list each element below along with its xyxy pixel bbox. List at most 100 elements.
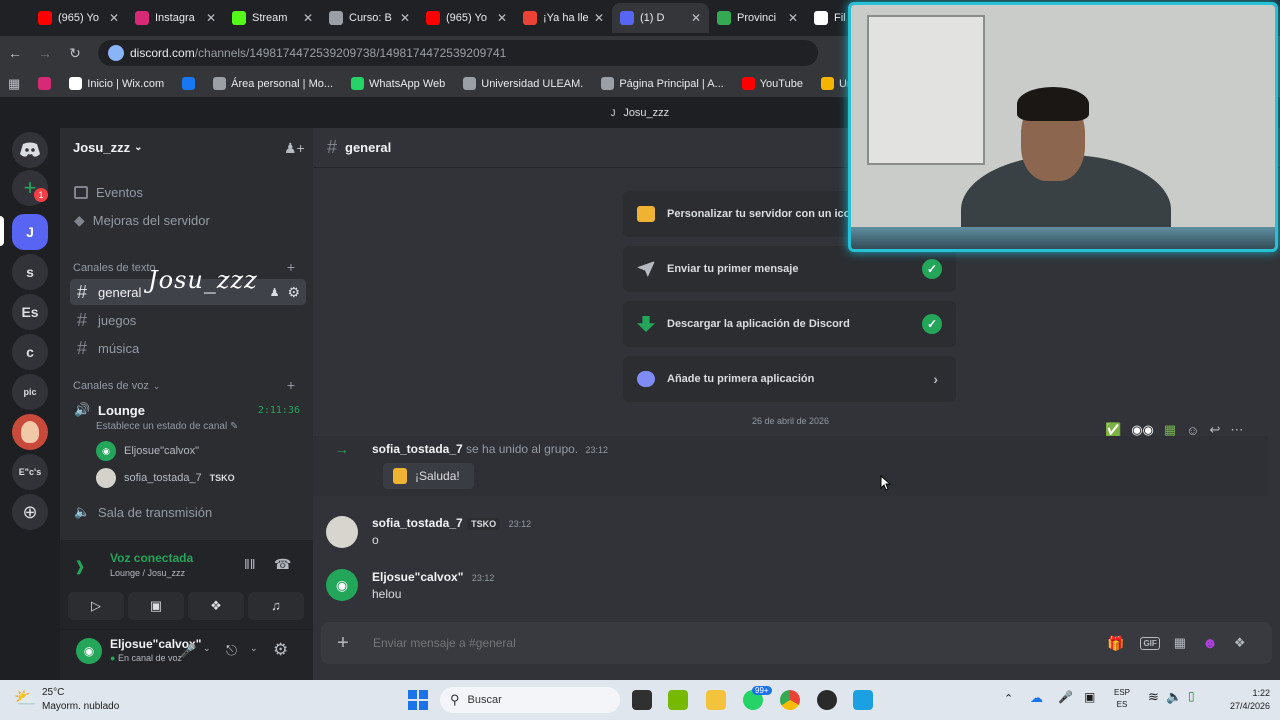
cloud-icon[interactable]: ☁ (1030, 690, 1043, 706)
bookmark-item[interactable] (182, 77, 196, 90)
url-input[interactable]: discord.com/channels/1498174472539209738… (98, 40, 818, 66)
add-voice-channel-icon[interactable]: + (287, 377, 295, 393)
voice-channel-lounge[interactable]: 🔊 Lounge 2:11:36 (70, 397, 306, 423)
mic-tray-icon[interactable]: 🎤 (1058, 690, 1073, 704)
browser-tab[interactable]: Provinci ✕ (709, 3, 806, 33)
volume-icon[interactable]: 🔈 (1166, 689, 1182, 705)
server-pic[interactable]: pic (12, 374, 48, 410)
add-text-channel-icon[interactable]: + (287, 259, 295, 275)
browser-tab[interactable]: Curso: B ✕ (321, 3, 418, 33)
voice-member[interactable]: sofia_tostada_7 TSKO (96, 468, 235, 488)
checklist-item[interactable]: Descargar la aplicación de Discord ✓ (623, 301, 956, 347)
battery-icon[interactable]: ▯ (1188, 689, 1195, 703)
bookmark-item[interactable]: Página Principal | A... (601, 77, 724, 90)
checklist-item[interactable]: Enviar tu primer mensaje ✓ (623, 246, 956, 292)
emoji-icon[interactable]: ☻ (1202, 635, 1218, 652)
settings-gear-icon[interactable]: ⚙ (273, 640, 288, 660)
voice-member[interactable]: ◉ Eljosue"calvox" (96, 441, 199, 461)
weather-desc[interactable]: Mayorm. nublado (42, 701, 119, 712)
boosts-item[interactable]: ◆ Mejoras del servidor (70, 207, 306, 233)
chrome-icon[interactable] (780, 690, 800, 710)
bookmark-item[interactable]: Inicio | Wix.com (69, 77, 164, 90)
close-tab-icon[interactable]: ✕ (594, 11, 604, 25)
start-button[interactable] (408, 690, 428, 710)
weather-temp[interactable]: 25°C (42, 687, 64, 698)
task-view-icon[interactable] (632, 690, 652, 710)
clock[interactable]: 1:22 27/4/2026 (1208, 687, 1270, 713)
site-info-icon[interactable] (108, 45, 124, 61)
chevron-up-icon[interactable]: ⌃ (1004, 692, 1013, 705)
chevron-down-icon[interactable]: ⌄ (203, 643, 211, 654)
activities-button[interactable]: ❖ (188, 592, 244, 620)
browser-tab[interactable]: (965) Yo ✕ (30, 3, 127, 33)
browser-tab[interactable]: Stream ✕ (224, 3, 321, 33)
server-josu[interactable]: J (12, 214, 48, 250)
add-member-icon[interactable]: ♟ (270, 286, 280, 299)
server-es[interactable]: Es (12, 294, 48, 330)
recorder-icon[interactable] (817, 690, 837, 710)
close-tab-icon[interactable]: ✕ (303, 11, 313, 25)
browser-tab[interactable]: (1) D ✕ (612, 3, 709, 33)
browser-tab[interactable]: (965) Yo ✕ (418, 3, 515, 33)
text-category[interactable]: Canales de texto (73, 262, 156, 274)
close-tab-icon[interactable]: ✕ (497, 11, 507, 25)
wave-button[interactable]: ¡Saluda! (383, 463, 474, 489)
invite-icon[interactable]: ♟+ (284, 140, 305, 157)
message-avatar[interactable] (326, 516, 358, 548)
checklist-item[interactable]: Añade tu primera aplicación › (623, 356, 956, 402)
close-tab-icon[interactable]: ✕ (691, 11, 701, 25)
language-indicator[interactable]: ESP ES (1114, 687, 1130, 711)
server-s[interactable]: s (12, 254, 48, 290)
server-avatar[interactable] (12, 414, 48, 450)
soundboard-button[interactable]: ♫ (248, 592, 304, 620)
user-avatar[interactable]: ◉ (76, 638, 102, 664)
bookmark-item[interactable]: Universidad ULEAM. (463, 77, 583, 90)
events-item[interactable]: Eventos (70, 179, 306, 205)
nvidia-icon[interactable] (668, 690, 688, 710)
close-tab-icon[interactable]: ✕ (788, 11, 798, 25)
home-button[interactable] (12, 132, 48, 168)
close-tab-icon[interactable]: ✕ (400, 11, 410, 25)
weather-icon[interactable]: ⛅ (14, 688, 36, 709)
reload-icon[interactable]: ↻ (60, 45, 90, 62)
server-header[interactable]: Josu_zzz ⌄ (73, 140, 142, 155)
bookmark-item[interactable]: Área personal | Mo... (213, 77, 333, 90)
server-c[interactable]: c (12, 334, 48, 370)
close-tab-icon[interactable]: ✕ (206, 11, 216, 25)
message-author[interactable]: Eljosue"calvox" (372, 570, 463, 584)
gif-icon[interactable]: GIF (1140, 636, 1160, 650)
stage-channel[interactable]: 🔈 Sala de transmisión (70, 499, 306, 525)
microphone-icon[interactable]: 🎤 (180, 643, 196, 659)
gift-icon[interactable]: 🎁 (1107, 635, 1124, 652)
message-avatar[interactable]: ◉ (326, 569, 358, 601)
browser-tab[interactable]: ¡Ya ha lle ✕ (515, 3, 612, 33)
channel-juegos[interactable]: # juegos (70, 307, 306, 333)
apps-grid-icon[interactable]: ▦ (8, 76, 20, 92)
voice-status-prompt[interactable]: Establece un estado de canal ✎ (96, 421, 238, 432)
bookmark-item[interactable]: WhatsApp Web (351, 77, 445, 90)
chevron-down-icon[interactable]: ⌄ (250, 643, 258, 654)
disconnect-icon[interactable]: ☎ (274, 556, 291, 573)
browser-tab[interactable]: Instagra ✕ (127, 3, 224, 33)
gear-icon[interactable]: ⚙ (287, 284, 300, 301)
bookmark-item[interactable]: YouTube (741, 77, 803, 90)
upload-plus-icon[interactable]: + (333, 633, 353, 653)
back-icon[interactable]: ← (0, 45, 30, 61)
voice-location[interactable]: Lounge / Josu_zzz (110, 568, 185, 578)
wifi-icon[interactable]: ≋ (1148, 689, 1159, 705)
message-author[interactable]: sofia_tostada_7 (372, 516, 463, 530)
noise-suppression-icon[interactable]: ‖‖ (244, 556, 256, 572)
headphones-icon[interactable]: ⎋ (226, 642, 237, 659)
message-input[interactable] (373, 636, 1073, 650)
join-username[interactable]: sofia_tostada_7 (372, 442, 463, 456)
close-tab-icon[interactable]: ✕ (109, 11, 119, 25)
screenshare-button[interactable]: ▣ (128, 592, 184, 620)
server-ecs[interactable]: E"c's (12, 454, 48, 490)
camera-button[interactable]: ▷ (68, 592, 124, 620)
voice-category[interactable]: Canales de voz ⌄ (73, 380, 160, 392)
explore-button[interactable]: ⊕ (12, 494, 48, 530)
forward-icon[interactable]: → (30, 45, 60, 61)
sticker-icon[interactable]: ▦ (1174, 635, 1186, 651)
file-explorer-icon[interactable] (706, 690, 726, 710)
taskbar-search[interactable]: ⚲ Buscar (440, 687, 620, 713)
